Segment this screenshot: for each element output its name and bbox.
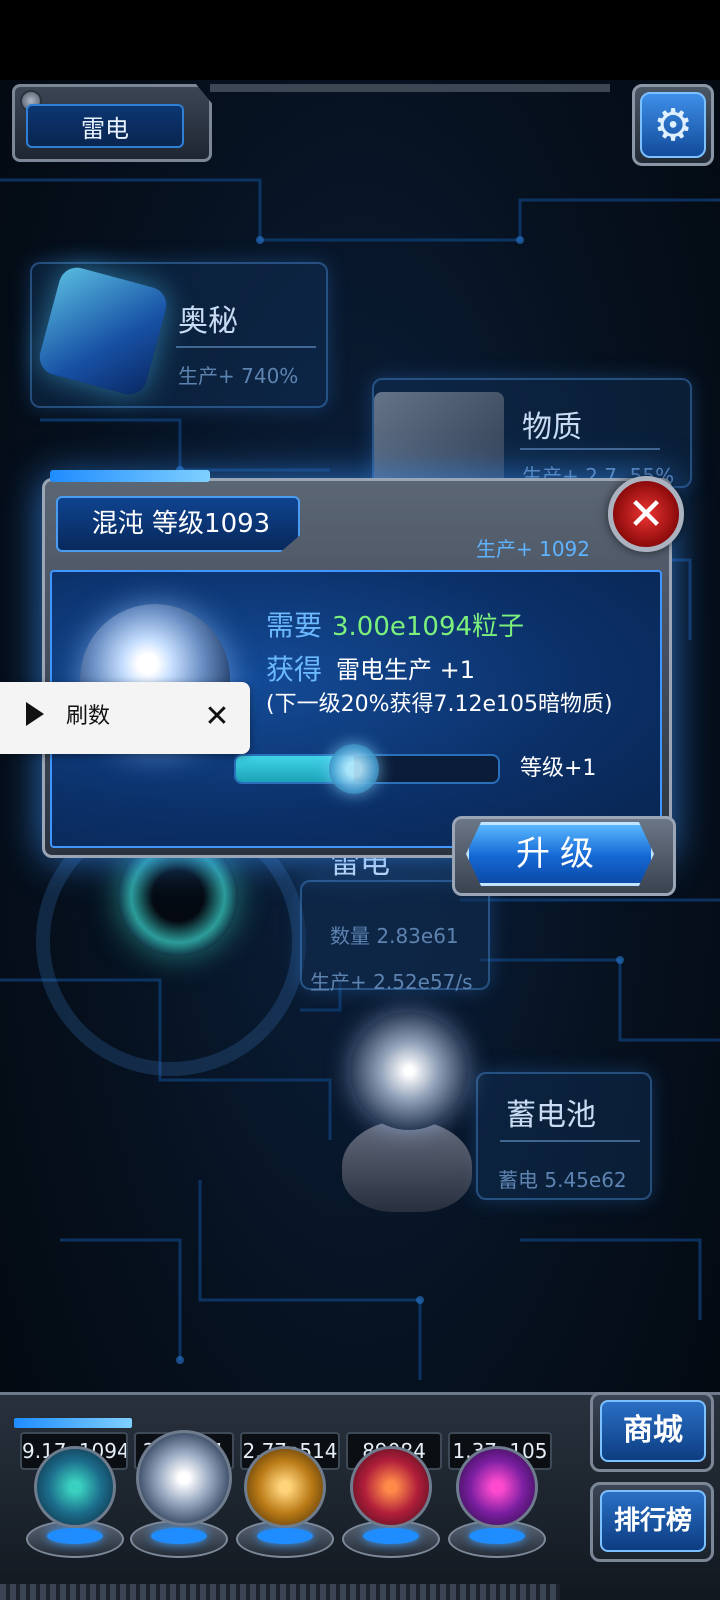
slot-dark-matter-orb-icon[interactable] <box>456 1446 538 1528</box>
cube-icon <box>374 392 504 492</box>
card-mystery-production: 生产+ 740% <box>178 364 299 388</box>
card-thunder-production: 生产+ 2.52e57/s <box>310 970 473 994</box>
modal-accent <box>50 470 210 482</box>
gain-value: 雷电生产 +1 <box>336 656 476 684</box>
overlay-close-button[interactable]: ✕ <box>200 700 234 734</box>
modal-production: 生产+ 1092 <box>475 537 590 561</box>
slot-light <box>469 1528 525 1544</box>
divider <box>176 346 316 348</box>
page-title: 雷电 <box>26 104 184 148</box>
slot-light <box>257 1528 313 1544</box>
play-icon[interactable] <box>26 702 44 726</box>
slot-light <box>363 1528 419 1544</box>
gear-icon: ⚙ <box>653 99 693 151</box>
level-step-label: 等级+1 <box>520 756 597 781</box>
slider-thumb[interactable] <box>328 744 379 794</box>
bottom-stripe <box>0 1584 560 1600</box>
card-mystery-title: 奥秘 <box>178 304 238 339</box>
battery-base-icon <box>342 1120 472 1212</box>
card-battery-title: 蓄电池 <box>506 1098 596 1133</box>
gain-note: (下一级20%获得7.12e105暗物质) <box>266 692 613 717</box>
slot-fire-orb-icon[interactable] <box>244 1446 326 1528</box>
status-bar-area <box>0 0 720 80</box>
slot-ruby-orb-icon[interactable] <box>350 1446 432 1528</box>
require-value: 3.00e1094粒子 <box>332 612 525 642</box>
overlay-label[interactable]: 刷数 <box>66 700 110 734</box>
card-thunder-count: 数量 2.83e61 <box>330 924 459 948</box>
card-battery-charge: 蓄电 5.45e62 <box>498 1168 627 1192</box>
divider <box>500 1140 640 1142</box>
shop-button[interactable]: 商城 <box>600 1400 706 1462</box>
lightning-orb-icon <box>350 1012 468 1130</box>
slot-light <box>151 1528 207 1544</box>
close-icon: ✕ <box>627 488 665 540</box>
require-label: 需要 <box>266 609 323 642</box>
ranking-button[interactable]: 排行榜 <box>600 1490 706 1552</box>
slot-thunder-orb-icon[interactable] <box>136 1430 232 1526</box>
bottom-accent <box>14 1418 132 1428</box>
slot-light <box>47 1528 103 1544</box>
upgrade-button[interactable]: 升级 <box>466 822 654 886</box>
modal-close-button[interactable]: ✕ <box>608 476 684 552</box>
top-rail <box>210 84 610 92</box>
slot-particles-orb-icon[interactable] <box>34 1446 116 1528</box>
divider <box>520 448 660 450</box>
modal-title: 混沌 等级1093 <box>91 509 271 539</box>
gain-label: 获得 <box>266 653 323 686</box>
close-icon: ✕ <box>204 699 230 734</box>
card-matter-title: 物质 <box>522 410 582 445</box>
settings-button[interactable]: ⚙ <box>640 92 706 158</box>
